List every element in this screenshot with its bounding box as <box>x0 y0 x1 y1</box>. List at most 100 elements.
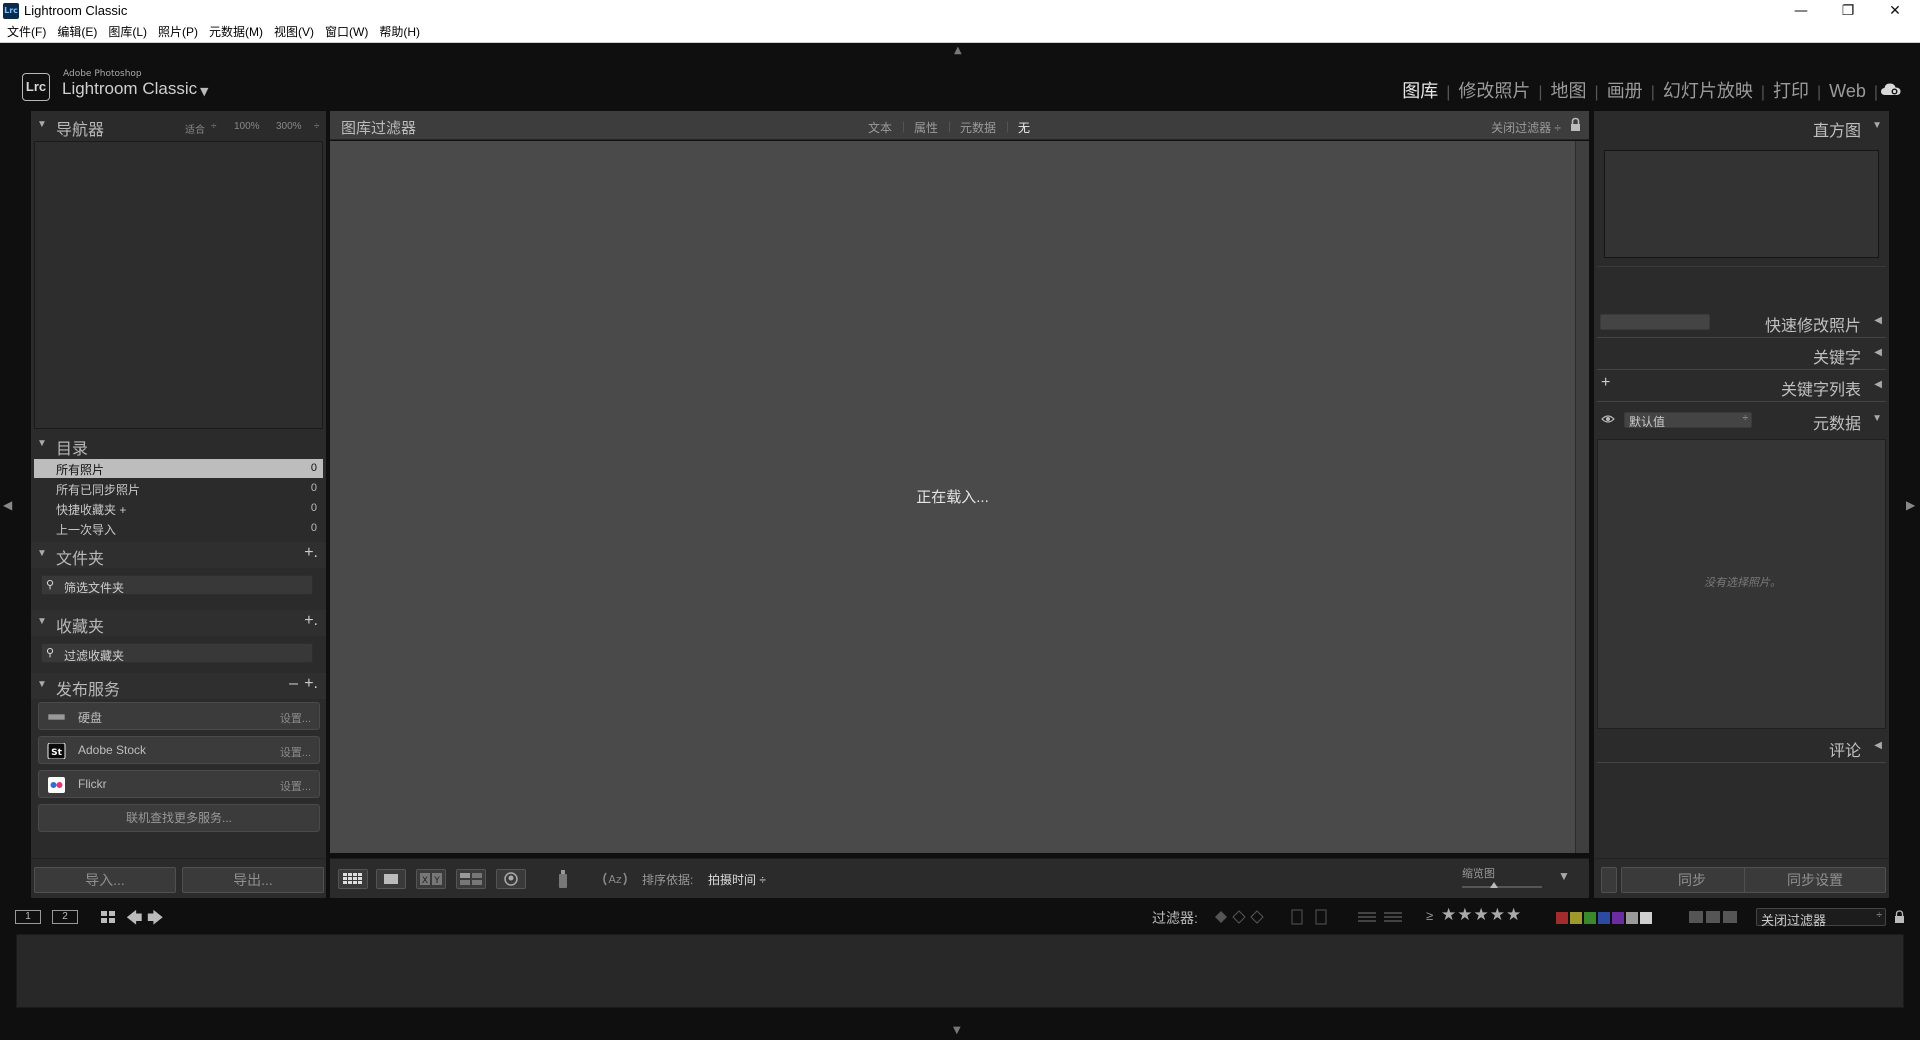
minimize-button[interactable]: — <box>1778 0 1824 22</box>
flag-filter-icons[interactable] <box>1213 909 1269 925</box>
metadata-header[interactable]: 默认值 ÷ 元数据 ▼ <box>1594 404 1889 434</box>
service-setup-link[interactable]: 设置... <box>280 710 311 726</box>
collapse-triangle-icon[interactable]: ▼ <box>37 616 47 627</box>
sync-settings-button[interactable]: 同步设置 <box>1744 867 1886 893</box>
publish-services-header[interactable]: ▼ 发布服务 – +. <box>31 673 326 699</box>
close-button[interactable]: ✕ <box>1872 0 1918 22</box>
left-panel-toggle-icon[interactable]: ◀ <box>3 498 12 512</box>
zoom-300-option[interactable]: 300% <box>276 121 302 132</box>
eye-icon[interactable] <box>1601 414 1615 424</box>
filmstrip[interactable] <box>16 934 1904 1008</box>
expand-triangle-icon[interactable]: ◀ <box>1874 379 1882 390</box>
grid-icon[interactable] <box>100 910 116 924</box>
catalog-header[interactable]: ▼ 目录 <box>31 432 326 458</box>
menu-photo[interactable]: 照片(P) <box>158 22 198 43</box>
color-label-custom[interactable] <box>1626 912 1638 924</box>
module-map[interactable]: 地图 <box>1543 77 1595 103</box>
color-label-red[interactable] <box>1556 912 1568 924</box>
sync-toggle-button[interactable] <box>1601 867 1617 893</box>
primary-display-button[interactable]: 1 <box>15 910 41 924</box>
comments-header[interactable]: 评论 ◀ <box>1594 731 1889 761</box>
module-slideshow[interactable]: 幻灯片放映 <box>1655 77 1761 103</box>
catalog-item-all-photographs[interactable]: 所有照片 0 <box>34 459 323 478</box>
histogram-header[interactable]: 直方图 ▼ <box>1594 111 1889 141</box>
secondary-display-button[interactable]: 2 <box>52 910 78 924</box>
color-label-blue[interactable] <box>1598 912 1610 924</box>
folders-header[interactable]: ▼ 文件夹 +. <box>31 542 326 568</box>
top-panel-toggle-icon[interactable]: ▲ <box>954 45 962 56</box>
lock-icon[interactable] <box>1570 117 1581 132</box>
find-more-services-button[interactable]: 联机查找更多服务... <box>38 804 320 832</box>
service-setup-link[interactable]: 设置... <box>280 744 311 760</box>
filter-metadata-tab[interactable]: 元数据 <box>960 119 996 136</box>
filter-lock-icon[interactable] <box>1894 910 1905 924</box>
quick-develop-preset-select[interactable] <box>1600 314 1710 330</box>
collapse-triangle-icon[interactable]: ▼ <box>37 679 47 690</box>
loupe-view-button[interactable] <box>376 869 406 889</box>
zoom-fit-option[interactable]: 适合 <box>185 121 205 136</box>
navigator-header[interactable]: ▼ 导航器 适合 ÷ 100% 300% ÷ <box>31 113 326 139</box>
zoom-stepper-icon[interactable]: ÷ <box>314 121 320 132</box>
metadata-preset-select[interactable]: 默认值 ÷ <box>1624 412 1752 429</box>
compare-view-button[interactable]: XY <box>416 869 446 889</box>
expand-triangle-icon[interactable]: ◀ <box>1874 347 1882 358</box>
publish-service-adobe-stock[interactable]: St Adobe Stock 设置... <box>38 736 320 764</box>
module-print[interactable]: 打印 <box>1765 77 1817 103</box>
filmstrip-filter-preset-select[interactable]: 关闭过滤器 ÷ <box>1756 908 1886 928</box>
rating-operator[interactable]: ≥ <box>1426 908 1433 923</box>
export-button[interactable]: 导出... <box>182 867 324 893</box>
collapse-triangle-icon[interactable]: ▼ <box>1872 413 1882 424</box>
add-folder-icon[interactable]: +. <box>304 544 318 562</box>
catalog-item-previous-import[interactable]: 上一次导入 0 <box>34 519 323 538</box>
edited-filter-icons[interactable] <box>1290 909 1330 925</box>
grid-scrollbar[interactable] <box>1575 141 1589 853</box>
collapse-triangle-icon[interactable]: ▼ <box>37 119 47 130</box>
add-keyword-icon[interactable]: + <box>1601 374 1610 392</box>
filter-preset-select[interactable]: 关闭过滤器 ÷ <box>1491 119 1561 136</box>
zoom-fit-stepper-icon[interactable]: ÷ <box>211 121 217 132</box>
survey-view-button[interactable] <box>456 869 486 889</box>
module-book[interactable]: 画册 <box>1599 77 1651 103</box>
filmstrip-toggle-icon[interactable]: ▼ <box>953 1025 961 1036</box>
module-develop[interactable]: 修改照片 <box>1450 77 1538 103</box>
publish-service-flickr[interactable]: Flickr 设置... <box>38 770 320 798</box>
color-label-none[interactable] <box>1640 912 1652 924</box>
rating-stars-filter[interactable]: ★★★★★ <box>1441 905 1522 925</box>
cloud-sync-icon[interactable] <box>1880 81 1902 97</box>
back-arrow-icon[interactable]: 🡄 <box>126 907 143 934</box>
keywording-header[interactable]: 关键字 ◀ <box>1594 338 1889 368</box>
menu-edit[interactable]: 编辑(E) <box>57 22 97 43</box>
navigator-preview[interactable] <box>34 141 323 429</box>
filter-attribute-tab[interactable]: 属性 <box>914 119 938 136</box>
color-label-green[interactable] <box>1584 912 1596 924</box>
painter-spray-icon[interactable] <box>556 868 570 890</box>
add-service-icon[interactable]: +. <box>304 675 318 693</box>
virtual-copy-filter-icons[interactable] <box>1356 909 1404 925</box>
zoom-100-option[interactable]: 100% <box>234 121 260 132</box>
color-label-purple[interactable] <box>1612 912 1624 924</box>
caret-down-icon[interactable]: ▼ <box>200 85 208 98</box>
add-collection-icon[interactable]: +. <box>304 612 318 630</box>
collapse-triangle-icon[interactable]: ▼ <box>37 548 47 559</box>
sort-select[interactable]: 拍摄时间 ÷ <box>708 871 766 888</box>
menu-help[interactable]: 帮助(H) <box>379 22 420 43</box>
thumbnail-size-slider[interactable] <box>1462 886 1542 888</box>
menu-view[interactable]: 视图(V) <box>274 22 314 43</box>
menu-window[interactable]: 窗口(W) <box>325 22 368 43</box>
menu-metadata[interactable]: 元数据(M) <box>209 22 263 43</box>
filter-text-tab[interactable]: 文本 <box>868 119 892 136</box>
collapse-triangle-icon[interactable]: ▼ <box>37 438 47 449</box>
import-button[interactable]: 导入... <box>34 867 176 893</box>
right-panel-toggle-icon[interactable]: ▶ <box>1906 498 1915 512</box>
restore-button[interactable]: ❐ <box>1825 0 1871 22</box>
forward-arrow-icon[interactable]: 🡆 <box>147 907 164 934</box>
sync-button[interactable]: 同步 <box>1621 867 1763 893</box>
filter-none-tab[interactable]: 无 <box>1018 119 1030 136</box>
catalog-item-quick-collection[interactable]: 快捷收藏夹 + 0 <box>34 499 323 518</box>
module-web[interactable]: Web <box>1821 81 1874 102</box>
rotate-icon[interactable]: Az <box>600 869 630 889</box>
publish-service-hard-drive[interactable]: 硬盘 设置... <box>38 702 320 730</box>
folder-filter-input[interactable]: ⚲ 筛选文件夹 <box>41 575 313 595</box>
grid-view[interactable]: 正在载入... <box>330 141 1575 853</box>
collapse-triangle-icon[interactable]: ▼ <box>1872 120 1882 131</box>
